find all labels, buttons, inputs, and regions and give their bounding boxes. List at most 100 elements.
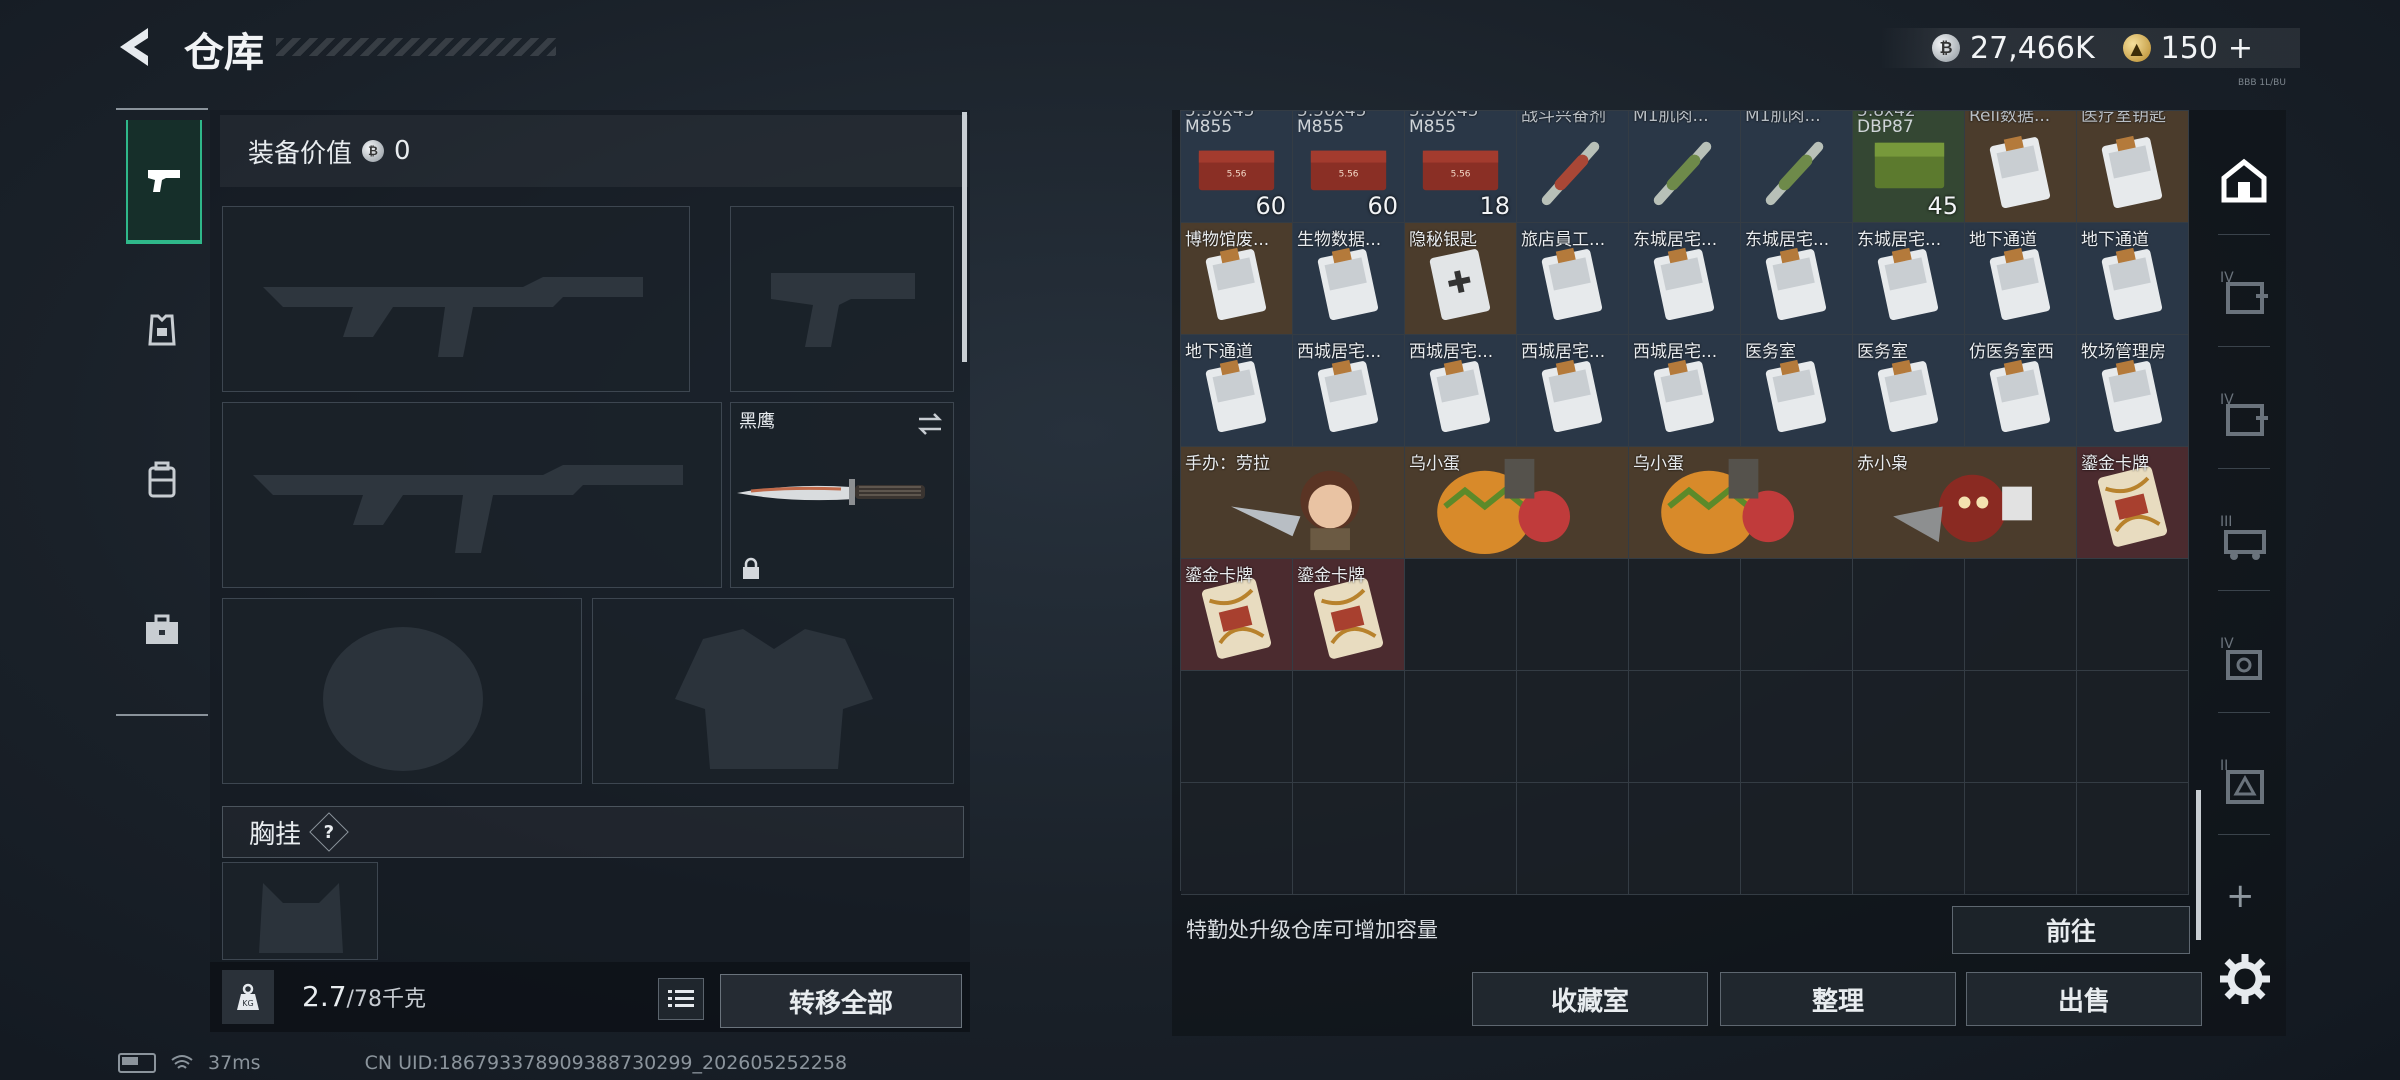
warehouse-ii-icon: II [2220,758,2264,804]
side-nav-warehouse-1[interactable]: IV [2214,264,2274,324]
sidearm-slot[interactable] [730,206,954,392]
item-name: 地下通道 [1185,342,1253,362]
item-name: 隐秘银匙 [1409,230,1477,250]
side-nav-home[interactable] [2214,150,2274,210]
home-icon [2221,158,2267,203]
vest-icon [148,314,176,346]
item-name: 东城居宅... [1633,230,1718,250]
chest-rig-slot[interactable] [222,862,378,960]
inventory-item[interactable]: 隐秘银匙 [1405,223,1517,335]
chest-rig-header: 胸挂 ? [222,806,964,858]
inventory-item[interactable]: 5.56 5.56x45 M855 18 [1405,111,1517,223]
inventory-item[interactable]: 鎏金卡牌 [1293,559,1405,671]
helmet-slot[interactable] [222,598,582,784]
inventory-item[interactable]: 西城居宅... [1293,335,1405,447]
tab-weapons[interactable] [126,120,202,244]
inventory-item[interactable]: 生物数据... [1293,223,1405,335]
inventory-item[interactable]: 西城居宅... [1405,335,1517,447]
title-decoration [276,38,556,56]
tab-backpack[interactable] [126,420,198,540]
item-name: 西城居宅... [1409,342,1494,362]
empty-slot [1629,559,1741,671]
item-name: 战斗兴奋剂 [1521,111,1606,126]
inventory-item[interactable]: 东城居宅... [1741,223,1853,335]
weight-current: 2.7 [302,980,347,1013]
wifi-icon [171,1055,193,1069]
empty-slot [1405,559,1517,671]
collection-room-button[interactable]: 收藏室 [1472,972,1708,1026]
equipment-value: 0 [394,136,411,166]
loadout-tabs [116,108,208,716]
side-nav-warehouse-4[interactable]: IV [2214,630,2274,690]
back-button[interactable] [112,22,162,72]
body-armor-slot[interactable] [592,598,954,784]
pistol-icon [148,170,180,192]
add-currency-button[interactable]: + [2228,31,2253,66]
empty-slot [1293,783,1405,895]
item-name: M1肌肉... [1745,111,1821,126]
tab-armor[interactable] [126,270,198,390]
empty-slot [1853,671,1965,783]
item-count: 45 [1927,192,1958,220]
svg-text:III: III [2220,514,2232,530]
item-name: 乌小蛋 [1633,454,1684,474]
transfer-all-button[interactable]: 转移全部 [720,974,962,1028]
list-view-button[interactable] [658,978,704,1020]
side-nav-warehouse-5[interactable]: II [2214,752,2274,812]
add-warehouse-button[interactable]: + [2226,876,2255,916]
side-nav-warehouse-2[interactable]: IV [2214,386,2274,446]
page-title: 仓库 [184,30,264,76]
item-name: 博物馆废... [1185,230,1270,250]
inventory-item[interactable]: M1肌肉... [1741,111,1853,223]
empty-slot [1853,559,1965,671]
warehouse-panel: 5.56 5.56x45 M855 60 5.56 5.56x45 M855 60 5.56 5.… [1172,110,2286,1036]
help-icon[interactable]: ? [309,812,349,852]
tab-case[interactable] [126,570,198,690]
inventory-item[interactable]: 医疗室钥匙 [2077,111,2189,223]
inventory-item[interactable]: 5.8x42 DBP87 45 [1853,111,1965,223]
item-count: 60 [1367,192,1398,220]
inventory-item[interactable]: M1肌肉... [1629,111,1741,223]
melee-slot[interactable]: 黑鹰 [730,402,954,588]
primary-weapon-slot[interactable] [222,206,690,392]
inventory-item[interactable]: Reli数据... [1965,111,2077,223]
inventory-item[interactable]: 博物馆废... [1181,223,1293,335]
chest-rig-label: 胸挂 [249,819,302,850]
inventory-item[interactable]: 地下通道 [2077,223,2189,335]
inventory-item-large[interactable]: 乌小蛋 [1405,447,1629,559]
inventory-item[interactable]: 西城居宅... [1517,335,1629,447]
sell-button[interactable]: 出售 [1966,972,2202,1026]
settings-button[interactable] [2216,950,2274,1008]
empty-slot [2077,783,2189,895]
sort-button[interactable]: 整理 [1720,972,1956,1026]
inventory-item[interactable]: 5.56 5.56x45 M855 60 [1181,111,1293,223]
weight-max: /78千克 [346,987,426,1012]
equipment-value-label: 装备价值 [248,138,353,169]
inventory-item-large[interactable]: 赤小枭 [1853,447,2077,559]
inventory-item[interactable]: 医务室 [1741,335,1853,447]
empty-slot [1517,783,1629,895]
inventory-item[interactable]: 医务室 [1853,335,1965,447]
silver-amount: 27,466K [1970,30,2095,66]
inventory-item[interactable]: 鎏金卡牌 [1181,559,1293,671]
inventory-item[interactable]: 旅店員工... [1517,223,1629,335]
equipment-scrollbar[interactable] [962,112,967,362]
empty-slot [1405,783,1517,895]
inventory-item[interactable]: 战斗兴奋剂 [1517,111,1629,223]
side-nav-warehouse-3[interactable]: III [2214,508,2274,568]
inventory-item[interactable]: 5.56 5.56x45 M855 60 [1293,111,1405,223]
inventory-item[interactable]: 鎏金卡牌 [2077,447,2189,559]
goto-button[interactable]: 前往 [1952,906,2190,954]
inventory-item[interactable]: 东城居宅... [1629,223,1741,335]
inventory-item[interactable]: 西城居宅... [1629,335,1741,447]
inventory-item[interactable]: 地下通道 [1181,335,1293,447]
inventory-item[interactable]: 牧场管理房 [2077,335,2189,447]
swap-icon[interactable] [915,409,945,439]
inventory-item[interactable]: 东城居宅... [1853,223,1965,335]
inventory-item[interactable]: 地下通道 [1965,223,2077,335]
inventory-item[interactable]: 仿医务室西 [1965,335,2077,447]
inventory-item-large[interactable]: 手办：劳拉 [1181,447,1405,559]
inventory-item-large[interactable]: 乌小蛋 [1629,447,1853,559]
secondary-weapon-slot[interactable] [222,402,722,588]
item-count: 60 [1255,192,1286,220]
